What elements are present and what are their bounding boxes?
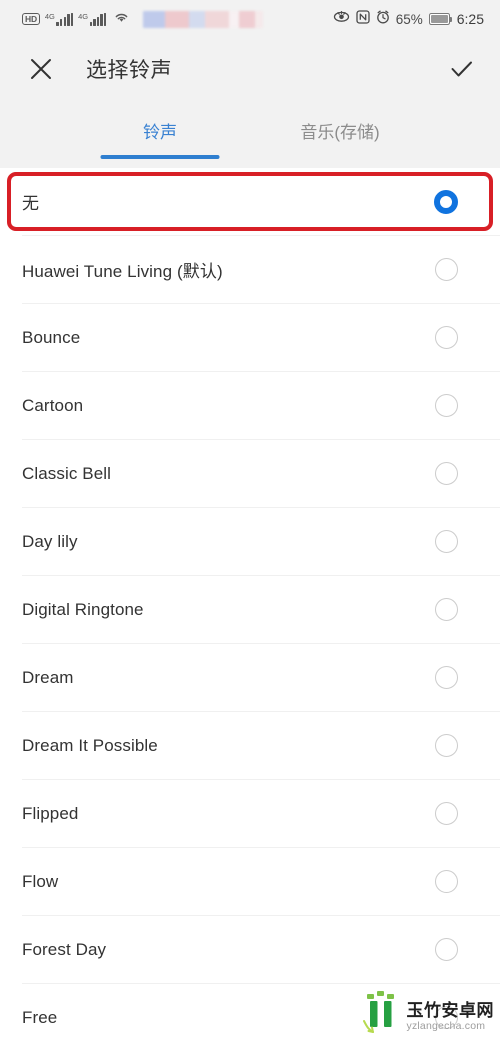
radio-button[interactable] bbox=[435, 598, 458, 621]
battery-percent-label: 65% bbox=[395, 11, 423, 27]
page-title: 选择铃声 bbox=[86, 59, 172, 82]
list-item-label: Classic Bell bbox=[22, 463, 112, 483]
list-item[interactable]: Flipped bbox=[0, 780, 500, 847]
battery-fill bbox=[430, 15, 448, 23]
radio-button[interactable] bbox=[435, 870, 458, 893]
redacted-carrier-name bbox=[143, 10, 264, 28]
check-icon[interactable] bbox=[446, 54, 476, 84]
list-item-label: Dream It Possible bbox=[22, 735, 158, 755]
list-item[interactable]: Classic Bell bbox=[0, 440, 500, 507]
tab-music-storage[interactable]: 音乐(存储) bbox=[285, 100, 395, 143]
radio-button[interactable] bbox=[435, 326, 458, 349]
status-bar-left: HD 4G 4G bbox=[22, 10, 264, 29]
signal-sim1: 4G bbox=[44, 11, 74, 26]
radio-button-selected[interactable] bbox=[434, 189, 458, 214]
signal-bars-icon bbox=[56, 12, 74, 26]
tab-ringtones[interactable]: 铃声 bbox=[105, 100, 215, 143]
wifi-icon bbox=[113, 10, 130, 29]
list-item-label: Dream bbox=[22, 667, 74, 687]
list-item-label: Cartoon bbox=[22, 395, 84, 415]
list-item[interactable]: Huawei Tune Living (默认) bbox=[0, 236, 500, 303]
radio-button[interactable] bbox=[435, 258, 458, 281]
sim2-network-label: 4G bbox=[78, 11, 89, 21]
tab-bar: 铃声 音乐(存储) bbox=[0, 100, 500, 168]
list-item[interactable]: Digital Ringtone bbox=[0, 576, 500, 643]
status-bar-right: 65% 6:25 bbox=[333, 9, 484, 29]
list-item[interactable]: Cartoon bbox=[0, 372, 500, 439]
radio-button[interactable] bbox=[435, 666, 458, 689]
sim1-network-label: 4G bbox=[44, 11, 55, 21]
list-item-label: 无 bbox=[22, 194, 40, 213]
signal-sim2: 4G bbox=[78, 11, 107, 26]
list-item-label: Flipped bbox=[22, 803, 79, 823]
radio-button[interactable] bbox=[435, 462, 458, 485]
clock-label: 6:25 bbox=[456, 11, 484, 27]
hd-icon: HD bbox=[22, 13, 40, 25]
list-item-label: Free bbox=[22, 1007, 58, 1027]
list-item-label: Day lily bbox=[22, 531, 78, 551]
list-item[interactable]: Free bbox=[0, 984, 500, 1051]
radio-button[interactable] bbox=[435, 530, 458, 553]
list-item[interactable]: Dream It Possible bbox=[0, 712, 500, 779]
radio-button[interactable] bbox=[435, 802, 458, 825]
list-item-label: Huawei Tune Living (默认) bbox=[22, 262, 223, 281]
battery-icon bbox=[428, 13, 453, 25]
list-item[interactable]: Flow bbox=[0, 848, 500, 915]
radio-button[interactable] bbox=[435, 938, 458, 961]
nfc-icon bbox=[356, 9, 370, 29]
list-item[interactable]: Dream bbox=[0, 644, 500, 711]
alarm-clock-icon bbox=[376, 10, 390, 29]
list-item[interactable]: Forest Day bbox=[0, 916, 500, 983]
status-bar: HD 4G 4G 65% 6:25 bbox=[0, 0, 500, 38]
signal-bars-icon bbox=[89, 12, 107, 26]
radio-button[interactable] bbox=[435, 394, 458, 417]
list-item-label: Forest Day bbox=[22, 939, 107, 959]
list-item-label: Bounce bbox=[22, 327, 81, 347]
radio-button[interactable] bbox=[435, 1006, 458, 1029]
eye-comfort-icon bbox=[333, 10, 350, 28]
ringtone-list: 无 Huawei Tune Living (默认) Bounce Cartoon Cla… bbox=[0, 168, 500, 1051]
close-icon[interactable] bbox=[26, 54, 56, 84]
list-item-label: Digital Ringtone bbox=[22, 599, 144, 619]
list-item[interactable]: 无 bbox=[0, 168, 500, 235]
list-item-label: Flow bbox=[22, 871, 59, 891]
list-item[interactable]: Bounce bbox=[0, 304, 500, 371]
list-item[interactable]: Day lily bbox=[0, 508, 500, 575]
radio-button[interactable] bbox=[435, 734, 458, 757]
app-bar: 选择铃声 bbox=[0, 38, 500, 100]
